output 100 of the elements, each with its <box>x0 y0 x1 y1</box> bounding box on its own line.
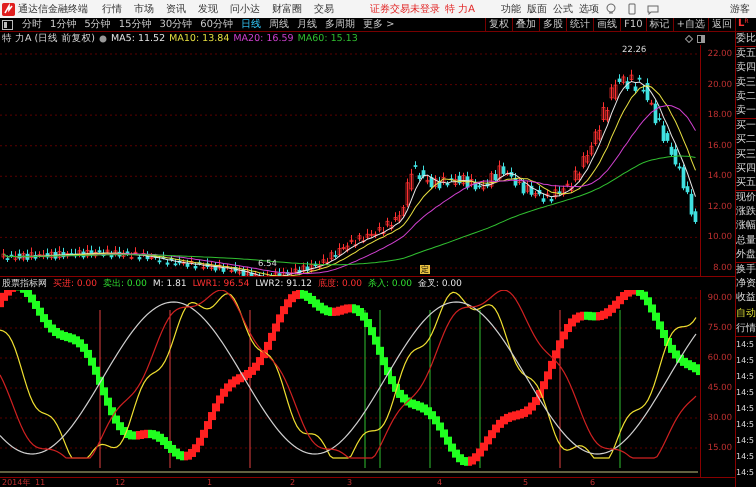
legend-item: 底度: 0.00 <box>318 278 362 290</box>
axis-label: 90.00 <box>708 293 732 303</box>
toolbar-button[interactable]: 叠加 <box>512 18 540 32</box>
indicator-name[interactable]: 股票指标网 <box>2 277 47 290</box>
mode-label[interactable]: 行情 <box>736 320 756 337</box>
menu-item[interactable]: 发现 <box>198 2 218 16</box>
axis-label: 18.00 <box>708 110 732 120</box>
trade-time: 14:5 <box>736 418 755 431</box>
quote-label: 卖三 <box>736 76 756 90</box>
period-tab[interactable]: 多周期 <box>322 18 358 30</box>
quote-label: 委比 <box>736 32 756 46</box>
period-tab[interactable]: 周线 <box>266 18 292 30</box>
axis-label: 30.00 <box>708 413 732 423</box>
axis-label: 12 <box>115 478 126 487</box>
quote-label: 现价 <box>736 191 756 206</box>
quote-label: 买一 <box>736 119 756 134</box>
legend-item: LWR2: 91.12 <box>255 278 312 288</box>
trade-time: 14:5 <box>736 402 755 415</box>
legend-item: 杀入: 0.00 <box>368 278 412 290</box>
legend-item: 卖出: 0.00 <box>102 278 147 290</box>
quote-label: 买二 <box>736 133 756 148</box>
period-tab[interactable]: 5分钟 <box>81 18 114 30</box>
trade-time: 14:5 <box>736 466 755 479</box>
trade-time: 14:5 <box>736 450 755 463</box>
menu-item[interactable]: 资讯 <box>166 2 186 16</box>
menu-item[interactable]: 功能 <box>501 2 522 16</box>
quote-label: 卖五 <box>736 47 756 62</box>
period-tab[interactable]: 日线 <box>238 18 264 30</box>
bulb-icon[interactable] <box>605 3 618 15</box>
quote-label: 收益 <box>736 291 756 306</box>
trade-time: 14:5 <box>736 370 755 383</box>
quote-label: 买四 <box>736 162 756 176</box>
quote-label: 买五 <box>736 176 756 190</box>
quote-label: 总量 <box>736 234 756 248</box>
axis-label: 10.00 <box>708 232 732 242</box>
toolbar-button[interactable]: 画线 <box>593 18 620 32</box>
chart-title: 特 力A (日线 前复权) <box>2 32 95 45</box>
menu-item[interactable]: 交易 <box>314 2 334 16</box>
legend-item: MA10: 13.84 <box>169 33 230 44</box>
legend-item: MA20: 16.59 <box>233 33 294 44</box>
axis-label: 22.00 <box>708 49 732 59</box>
trade-time: 14:5 <box>736 354 755 367</box>
menu-item[interactable]: 公式 <box>553 2 574 16</box>
toolbar-button[interactable]: 标记 <box>646 18 673 32</box>
menu-item[interactable]: 财富圈 <box>272 2 302 16</box>
message-icon[interactable] <box>647 3 660 15</box>
legend-item: LWR1: 96.54 <box>192 278 250 288</box>
axis-label: 16.00 <box>708 140 732 151</box>
trade-time: 14:5 <box>736 386 755 399</box>
axis-label: 12.00 <box>708 202 732 212</box>
menu-item[interactable]: 选项 <box>579 2 600 16</box>
period-tab[interactable]: 1分钟 <box>47 18 80 30</box>
toolbar-button[interactable]: 统计 <box>566 18 594 32</box>
phone-icon[interactable] <box>626 3 638 15</box>
axis-label: 75.00 <box>708 323 732 333</box>
axis-label: 60.00 <box>708 353 732 363</box>
axis-label: 5 <box>523 478 528 487</box>
period-tab[interactable]: 更多 > <box>360 18 398 30</box>
axis-label: 20.00 <box>708 80 732 90</box>
app-name: 通达信金融终端 <box>18 2 88 16</box>
period-tab[interactable]: 分时 <box>19 18 45 30</box>
axis-label: 8.00 <box>713 263 732 273</box>
legend-item: MA60: 15.13 <box>298 33 358 44</box>
axis-label: 45.00 <box>708 383 732 393</box>
stock-name: 特 力A <box>445 2 476 16</box>
period-tab[interactable]: 15分钟 <box>116 18 154 30</box>
period-tab[interactable]: 60分钟 <box>197 18 236 30</box>
login-status[interactable]: 证券交易未登录 <box>370 2 440 16</box>
quote-label: 外盘 <box>736 248 756 262</box>
quote-label: 买三 <box>736 148 756 162</box>
axis-label: 2014年 <box>2 478 30 487</box>
quote-label: 卖二 <box>736 90 756 104</box>
toolbar-button[interactable]: 复权 <box>485 18 512 32</box>
legend-item: 金叉: 0.00 <box>418 278 462 290</box>
quote-label: 换手 <box>736 263 756 277</box>
menu-item[interactable]: 市场 <box>134 2 154 16</box>
axis-label: 3 <box>347 478 352 487</box>
quote-label: 涨幅 <box>736 219 756 234</box>
price-annotation: 6.54 <box>258 259 277 269</box>
panel-icon[interactable] <box>2 20 13 30</box>
diamond-icon[interactable] <box>685 34 693 42</box>
user-label[interactable]: 游客 <box>730 2 750 16</box>
period-tab[interactable]: 月线 <box>294 18 320 30</box>
circle-icon[interactable] <box>98 34 107 42</box>
menu-item[interactable]: 版面 <box>527 2 548 16</box>
menu-item[interactable]: 行情 <box>102 2 122 16</box>
toolbar-button[interactable]: 多股 <box>539 18 566 32</box>
toolbar-button[interactable]: +自选 <box>672 18 708 32</box>
legend-item: 买进: 0.00 <box>53 278 97 290</box>
axis-label: 4 <box>437 478 442 487</box>
window-icon[interactable] <box>697 34 705 42</box>
period-tab[interactable]: 30分钟 <box>156 18 196 30</box>
axis-label: 11 <box>35 478 46 487</box>
legend-item: M: 1.81 <box>152 278 187 288</box>
toolbar-button[interactable]: 返回 <box>708 18 735 32</box>
legend-item: MA5: 11.52 <box>110 33 166 44</box>
menu-item[interactable]: 问小达 <box>230 2 260 16</box>
toolbar-button[interactable]: F10 <box>620 18 646 32</box>
mode-label[interactable]: 自动 <box>736 306 756 321</box>
quote-label: 涨跌 <box>736 205 756 220</box>
